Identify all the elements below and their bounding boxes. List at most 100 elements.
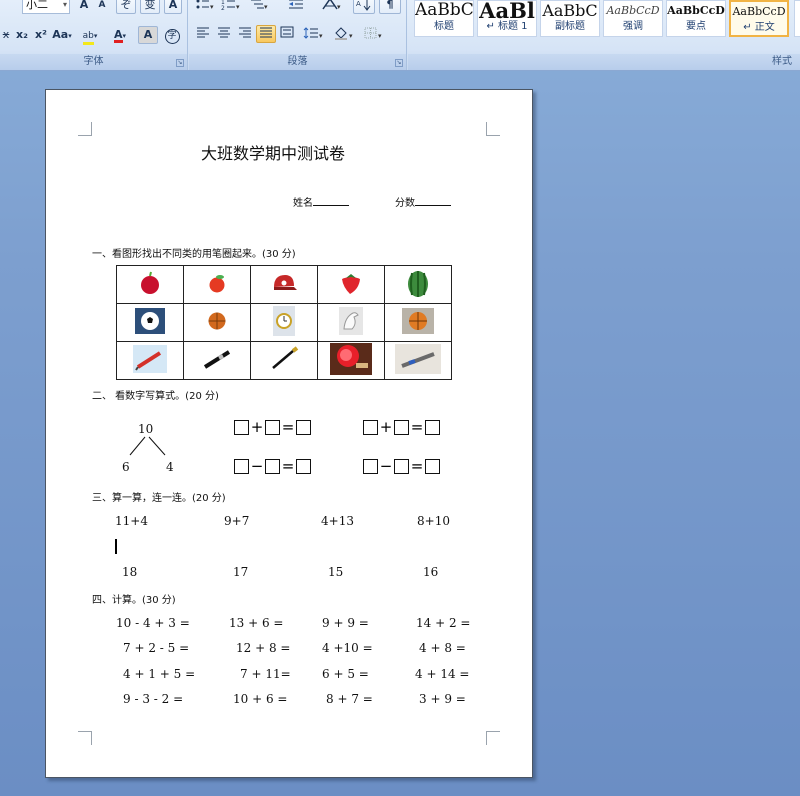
answer-box[interactable] [234, 420, 249, 435]
multilevel-list-button[interactable]: ▾ [247, 0, 273, 14]
distributed-icon [280, 26, 294, 38]
font-group-label: 字体 [0, 54, 187, 70]
styles-group-label: 样式 [408, 54, 800, 70]
ribbon: 小二 ▾ A A ぞ 变 A x x₂ x² Aa▾ ab▾ A▾ A 字 字体… [0, 0, 800, 71]
score-field: 分数 [395, 194, 451, 209]
answer-box[interactable] [363, 459, 378, 474]
bullets-button[interactable]: ▾ [193, 0, 217, 14]
grow-font-button[interactable]: A [75, 0, 93, 14]
match-answer: 16 [423, 565, 439, 579]
calc-item: 12 + 8 = [236, 641, 291, 655]
table-cell [384, 341, 452, 380]
name-blank [313, 196, 349, 206]
picture-table [116, 265, 452, 380]
answer-box[interactable] [363, 420, 378, 435]
change-case-button[interactable]: Aa▾ [50, 26, 74, 44]
document-page[interactable]: 大班数学期中测试卷 姓名 分数 一、看图形找出不同类的用笔圈起来。(30 分) [45, 89, 533, 778]
enclose-char-button[interactable]: 字 [162, 26, 182, 44]
calc-item: 3 + 9 = [419, 692, 466, 706]
font-color-button[interactable]: A▾ [106, 26, 134, 44]
minus-sign: − [250, 457, 264, 475]
match-expression: 4+13 [321, 514, 354, 528]
strikethrough-label: x [2, 28, 10, 41]
strikethrough-button[interactable]: x [0, 26, 12, 44]
section-2-heading: 二、 看数字写算式。(20 分) [92, 391, 219, 402]
phonetic-guide-button[interactable]: 变 [140, 0, 160, 14]
answer-box[interactable] [425, 459, 440, 474]
svg-text:2: 2 [221, 5, 225, 11]
pen-icon [203, 349, 231, 369]
cap-icon [274, 274, 297, 290]
section-1-heading: 一、看图形找出不同类的用笔圈起来。(30 分) [92, 249, 296, 260]
align-right-button[interactable] [235, 25, 255, 43]
asian-layout-button[interactable]: ▾ [319, 0, 345, 14]
align-center-button[interactable] [214, 25, 234, 43]
answer-box[interactable] [234, 459, 249, 474]
style-tile-emphasis[interactable]: AaBbCcD 强调 [603, 0, 663, 37]
char-border-button[interactable]: A [164, 0, 182, 14]
highlight-button[interactable]: ab▾ [76, 26, 104, 45]
answer-box[interactable] [296, 420, 311, 435]
style-tile-next[interactable] [794, 0, 800, 37]
shrink-font-label: A [98, 0, 106, 10]
name-label: 姓名 [293, 198, 313, 209]
style-tile-strong[interactable]: AaBbCcD 要点 [666, 0, 726, 37]
shading-button[interactable]: ▾ [331, 25, 357, 43]
subscript-label: x₂ [16, 28, 28, 41]
table-cell [317, 265, 385, 304]
sort-button[interactable]: A [353, 0, 375, 14]
chevron-down-icon: ▾ [122, 32, 127, 40]
table-cell [317, 341, 385, 380]
pen-icon [133, 344, 167, 373]
table-cell [116, 341, 184, 380]
enclose-char-icon: 字 [164, 29, 180, 44]
subscript-button[interactable]: x₂ [12, 26, 32, 44]
char-shading-button[interactable]: A [138, 26, 158, 44]
number-tree-lines [129, 436, 166, 456]
chevron-down-icon: ▾ [68, 32, 72, 40]
distributed-button[interactable] [277, 25, 297, 43]
match-expression: 9+7 [224, 514, 250, 528]
margin-mark [486, 122, 500, 136]
calc-item: 6 + 5 = [322, 667, 369, 681]
equation-row: − = [234, 456, 311, 475]
show-marks-button[interactable]: ¶ [379, 0, 401, 14]
margin-mark [486, 731, 500, 745]
equals-sign: = [410, 457, 424, 475]
numbering-button[interactable]: 1 2 ▾ [219, 0, 245, 14]
superscript-button[interactable]: x² [32, 26, 50, 44]
justify-button[interactable] [256, 25, 276, 43]
answer-box[interactable] [296, 459, 311, 474]
decrease-indent-icon [289, 0, 303, 9]
table-cell [183, 265, 251, 304]
dialog-launcher-icon[interactable]: ↘ [395, 59, 403, 67]
font-size-combo[interactable]: 小二 ▾ [22, 0, 70, 14]
align-left-icon [197, 27, 209, 38]
match-expression: 11+4 [115, 514, 148, 528]
align-left-button[interactable] [193, 25, 213, 43]
style-tile-title[interactable]: AaBbC 标题 [414, 0, 474, 37]
calc-item: 7 + 11= [240, 667, 291, 681]
answer-box[interactable] [265, 459, 280, 474]
answer-box[interactable] [265, 420, 280, 435]
watermelon-icon [408, 270, 428, 297]
table-cell [250, 341, 318, 380]
equation-row: + = [234, 417, 311, 436]
answer-box[interactable] [394, 459, 409, 474]
line-spacing-button[interactable]: ▾ [301, 25, 327, 43]
align-right-icon [239, 27, 251, 38]
answer-box[interactable] [425, 420, 440, 435]
dialog-launcher-icon[interactable]: ↘ [176, 59, 184, 67]
style-sample: AaBbCcD [732, 5, 786, 18]
borders-button[interactable]: ▾ [361, 25, 387, 43]
decrease-indent-button[interactable] [285, 0, 307, 14]
style-tile-heading1[interactable]: AaBl ↵ 标题 1 [477, 0, 537, 37]
style-tile-subtitle[interactable]: AaBbC 副标题 [540, 0, 600, 37]
brush-icon [272, 345, 299, 369]
char-shading-label: A [143, 28, 153, 41]
answer-box[interactable] [394, 420, 409, 435]
shrink-font-button[interactable]: A [94, 0, 110, 14]
style-tile-normal[interactable]: AaBbCcD ↵ 正文 [729, 0, 789, 37]
calc-item: 9 - 3 - 2 = [123, 692, 184, 706]
clear-format-button[interactable]: ぞ [116, 0, 136, 14]
